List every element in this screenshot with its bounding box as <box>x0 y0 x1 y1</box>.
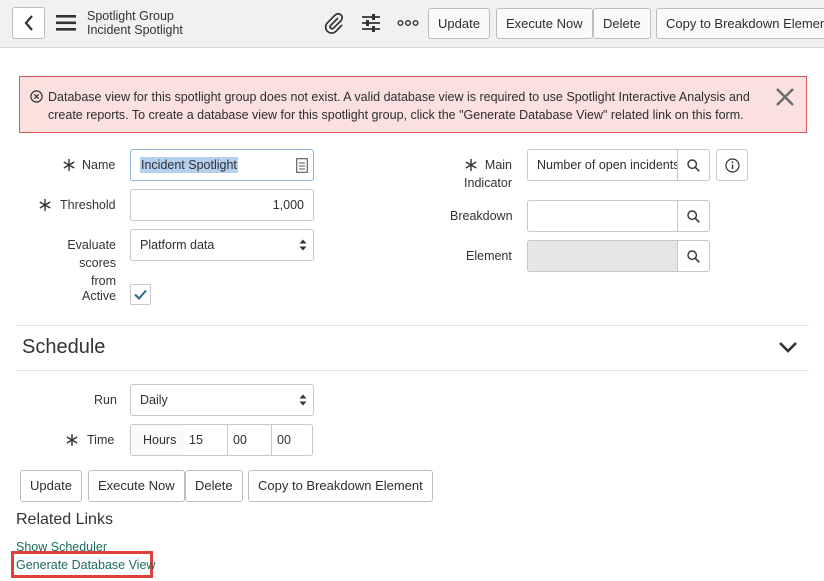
form-header: Spotlight Group Incident Spotlight Updat… <box>0 0 824 48</box>
main-label-line1: Main <box>484 158 512 172</box>
copy-to-breakdown-button[interactable]: Copy to Breakdown Element <box>248 470 433 502</box>
chevron-left-icon <box>24 15 33 31</box>
element-input <box>527 240 678 272</box>
hours-label: Hours <box>130 424 185 456</box>
main-indicator-info-button[interactable] <box>716 149 748 181</box>
header-update-button[interactable]: Update <box>428 8 490 39</box>
evaluate-scores-select[interactable]: Platform data <box>130 229 314 261</box>
error-circle-icon <box>30 90 43 103</box>
name-input[interactable]: Incident Spotlight <box>130 149 314 181</box>
checkmark-icon <box>134 289 147 300</box>
page-subtitle: Incident Spotlight <box>87 23 183 37</box>
update-button[interactable]: Update <box>20 470 82 502</box>
main-indicator-lookup-button[interactable] <box>677 149 710 181</box>
close-icon[interactable] <box>775 87 795 107</box>
breakdown-lookup-button[interactable] <box>677 200 710 232</box>
info-icon <box>724 157 740 173</box>
page-title: Spotlight Group <box>87 9 174 23</box>
required-asterisk-icon <box>63 159 75 171</box>
seconds-input[interactable]: 00 <box>271 424 313 456</box>
active-label: Active <box>82 289 117 303</box>
search-icon <box>687 209 700 223</box>
run-select[interactable]: Daily <box>130 384 314 416</box>
minutes-input[interactable]: 00 <box>227 424 272 456</box>
run-label: Run <box>94 393 117 407</box>
required-asterisk-icon <box>39 199 51 211</box>
time-label: Time <box>87 433 115 447</box>
breakdown-label: Breakdown <box>450 209 513 223</box>
schedule-section-title: Schedule <box>22 336 106 358</box>
evaluate-scores-label: Evaluate scores from <box>31 236 116 290</box>
threshold-label: Threshold <box>60 198 116 212</box>
header-execute-now-button[interactable]: Execute Now <box>496 8 593 39</box>
document-icon[interactable] <box>296 158 308 173</box>
alert-message: Database view for this spotlight group d… <box>48 90 750 122</box>
more-options-icon[interactable] <box>397 12 419 34</box>
run-value: Daily <box>140 393 168 407</box>
breakdown-input[interactable] <box>527 200 678 232</box>
back-button[interactable] <box>12 7 45 39</box>
error-alert: Database view for this spotlight group d… <box>19 76 807 133</box>
section-divider <box>16 325 809 326</box>
search-icon <box>687 158 700 172</box>
name-value: Incident Spotlight <box>140 157 238 173</box>
element-lookup-button[interactable] <box>677 240 710 272</box>
main-label-line2: Indicator <box>464 176 512 190</box>
section-divider <box>16 370 809 371</box>
hours-input[interactable]: 15 <box>184 424 228 456</box>
main-indicator-label: Main Indicator <box>460 156 512 192</box>
header-copy-button[interactable]: Copy to Breakdown Element <box>656 8 824 39</box>
select-arrows-icon <box>299 394 307 406</box>
name-label: Name <box>82 158 116 172</box>
evaluate-label-line1: Evaluate scores <box>67 238 116 270</box>
threshold-input[interactable]: 1,000 <box>130 189 314 221</box>
delete-button[interactable]: Delete <box>185 470 243 502</box>
generate-database-view-link[interactable]: Generate Database View <box>16 558 155 572</box>
execute-now-button[interactable]: Execute Now <box>88 470 185 502</box>
active-checkbox[interactable] <box>130 284 151 305</box>
search-icon <box>687 249 700 263</box>
select-arrows-icon <box>299 239 307 251</box>
title-block: Spotlight Group Incident Spotlight <box>87 9 183 37</box>
evaluate-scores-value: Platform data <box>140 238 215 252</box>
header-delete-button[interactable]: Delete <box>593 8 651 39</box>
element-label: Element <box>466 249 512 263</box>
main-indicator-input[interactable]: Number of open incidents <box>527 149 678 181</box>
paperclip-icon[interactable] <box>323 12 345 34</box>
required-asterisk-icon <box>66 434 78 446</box>
chevron-down-icon[interactable] <box>778 338 798 356</box>
hamburger-menu-icon[interactable] <box>56 14 76 32</box>
settings-sliders-icon[interactable] <box>360 12 382 34</box>
related-links-title: Related Links <box>16 511 113 528</box>
